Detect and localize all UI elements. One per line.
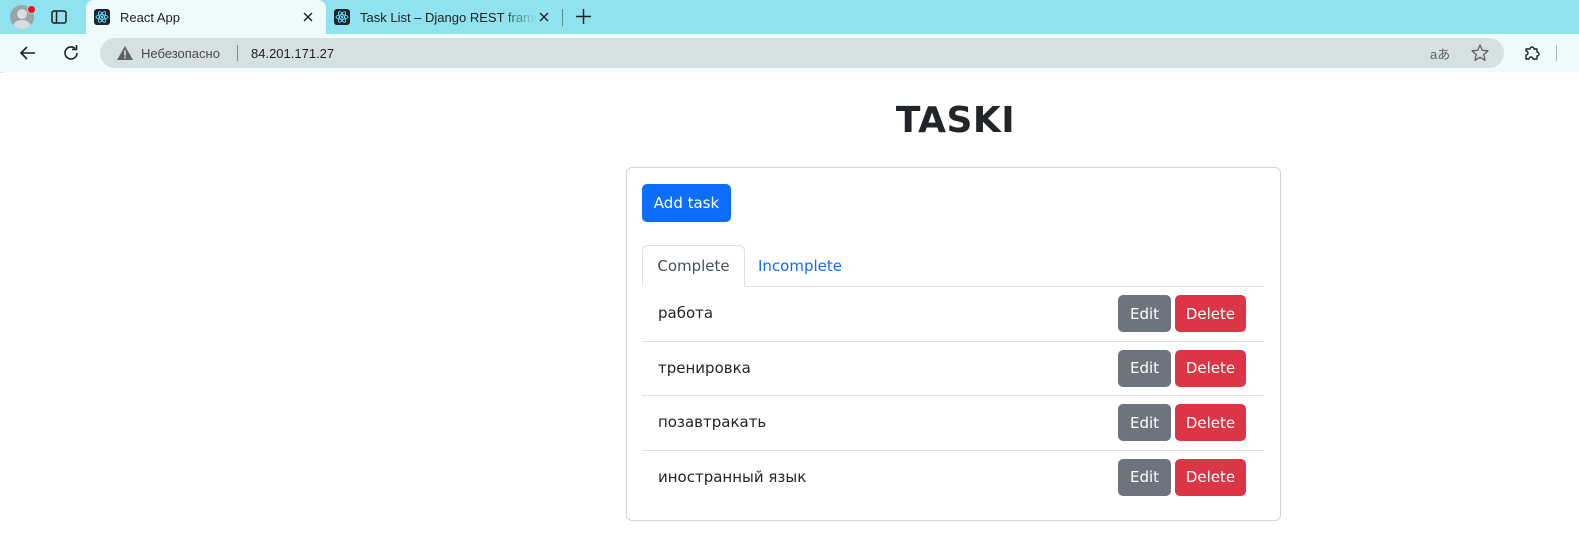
browser-tab-task-list[interactable]: Task List – Django REST framework [326,0,562,34]
tab-title: Task List – Django REST framework [360,9,536,25]
edit-button[interactable]: Edit [1118,404,1171,441]
close-icon[interactable] [536,9,552,25]
task-card: Add task Complete Incomplete работа Edit… [626,167,1281,521]
avatar-body [13,20,31,29]
reload-icon[interactable] [61,43,81,63]
react-icon [334,9,350,25]
edit-button[interactable]: Edit [1118,458,1171,496]
task-label[interactable]: работа [658,304,713,322]
tab-title: React App [120,9,180,25]
delete-button[interactable]: Delete [1175,295,1246,332]
add-task-button[interactable]: Add task [642,184,731,222]
tab-actions-icon[interactable] [50,8,68,26]
browser-toolbar: Небезопасно 84.201.171.27 aあ [0,34,1579,73]
warning-icon[interactable] [116,45,134,61]
page-content: TASKI Add task Complete Incomplete работ… [4,72,1579,544]
address-bar[interactable]: Небезопасно 84.201.171.27 aあ [100,38,1504,68]
translate-icon[interactable]: aあ [1430,44,1450,63]
task-label[interactable]: позавтракать [658,413,766,431]
task-row: иностранный язык Edit Delete [642,451,1264,506]
star-icon[interactable] [1470,43,1490,63]
security-label[interactable]: Небезопасно [141,46,220,61]
arrow-left-icon[interactable] [18,43,38,63]
plus-icon[interactable] [575,8,592,25]
address-divider [237,45,238,61]
task-row: позавтракать Edit Delete [642,396,1264,451]
edit-button[interactable]: Edit [1118,295,1171,332]
browser-tab-strip: React App Task List – Django REST framew… [0,0,1579,34]
tab-divider [562,9,563,26]
task-label[interactable]: тренировка [658,359,751,377]
browser-tab-react-app[interactable]: React App [86,0,326,34]
url-text[interactable]: 84.201.171.27 [251,46,334,61]
delete-button[interactable]: Delete [1175,404,1246,441]
task-list: работа Edit Delete тренировка Edit Delet… [642,287,1264,505]
toolbar-divider [1556,45,1557,61]
delete-button[interactable]: Delete [1175,349,1246,387]
close-icon[interactable] [300,9,316,25]
task-tabs: Complete Incomplete [642,245,1264,287]
task-row: тренировка Edit Delete [642,342,1264,396]
puzzle-icon[interactable] [1522,43,1542,63]
page-title: TASKI [895,100,1016,141]
tab-incomplete[interactable]: Incomplete [745,245,855,287]
edit-button[interactable]: Edit [1118,349,1171,387]
react-icon [94,9,110,25]
notification-dot [27,5,36,14]
delete-button[interactable]: Delete [1175,458,1246,496]
tab-complete[interactable]: Complete [642,245,745,287]
task-row: работа Edit Delete [642,287,1264,342]
avatar-head [17,9,27,19]
task-label[interactable]: иностранный язык [658,468,806,486]
